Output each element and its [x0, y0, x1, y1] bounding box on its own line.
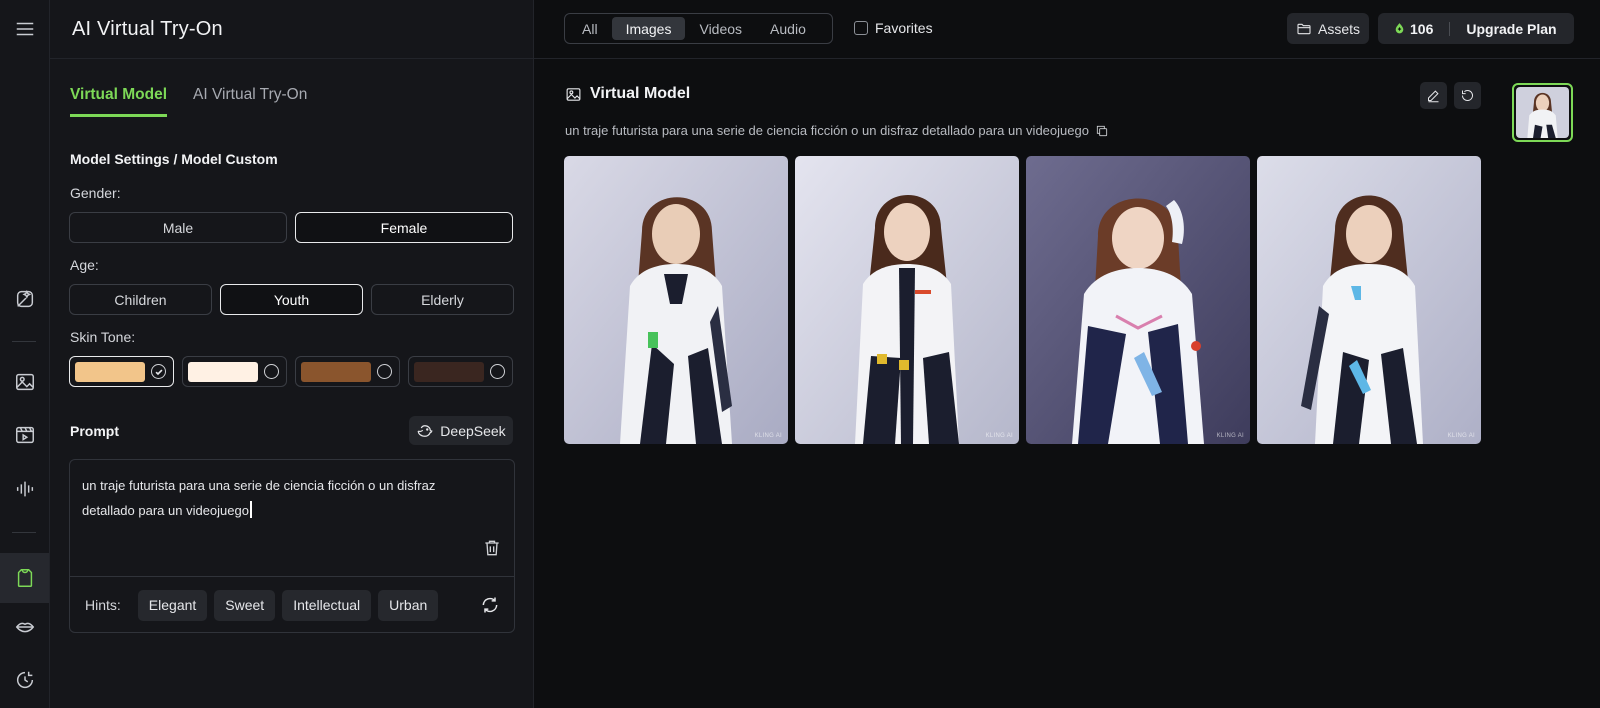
radio-circle-icon — [490, 364, 505, 379]
result-description: un traje futurista para una serie de cie… — [565, 123, 1109, 138]
copy-icon[interactable] — [1095, 124, 1109, 138]
credits-button[interactable]: 106 — [1393, 21, 1433, 37]
watermark: KLING AI — [1447, 433, 1475, 439]
credits-drop-icon — [1395, 23, 1404, 34]
skin-tone-option-light[interactable] — [69, 356, 174, 387]
trash-icon[interactable] — [482, 538, 502, 558]
favorites-checkbox[interactable] — [854, 21, 868, 35]
image-gallery: KLING AI KLING AI KLING AI KLING AI — [564, 156, 1481, 444]
check-circle-icon — [151, 364, 166, 379]
hint-chip-sweet[interactable]: Sweet — [214, 589, 276, 621]
lip-sync-icon[interactable] — [0, 607, 49, 647]
image-icon — [566, 87, 581, 101]
age-label: Age: — [70, 257, 99, 273]
virtual-try-on-icon[interactable] — [0, 553, 49, 603]
upgrade-plan-button[interactable]: Upgrade Plan — [1466, 21, 1556, 37]
gender-male-button[interactable]: Male — [69, 212, 287, 243]
video-icon[interactable] — [0, 415, 49, 455]
gender-female-button[interactable]: Female — [295, 212, 513, 243]
panel-header: AI Virtual Try-On — [50, 0, 533, 59]
watermark: KLING AI — [1216, 433, 1244, 439]
age-youth-button[interactable]: Youth — [220, 284, 363, 315]
filter-images[interactable]: Images — [611, 17, 686, 40]
plan-divider — [1449, 21, 1451, 36]
result-prompt-text: un traje futurista para una serie de cie… — [565, 123, 1089, 138]
mode-tabs: Virtual Model AI Virtual Try-On — [70, 86, 307, 117]
icon-rail — [0, 0, 50, 708]
skin-tone-label: Skin Tone: — [70, 329, 136, 345]
hints-label: Hints: — [85, 597, 121, 613]
prompt-text[interactable]: un traje futurista para una serie de cie… — [82, 473, 482, 523]
generated-image[interactable]: KLING AI — [1026, 156, 1250, 444]
gender-label: Gender: — [70, 185, 121, 201]
hint-chip-elegant[interactable]: Elegant — [137, 589, 208, 621]
regenerate-icon[interactable] — [1454, 82, 1481, 109]
skin-tone-options — [69, 356, 513, 387]
radio-circle-icon — [377, 364, 392, 379]
watermark: KLING AI — [985, 433, 1013, 439]
skin-tone-option-brown[interactable] — [295, 356, 400, 387]
favorites-label: Favorites — [875, 20, 933, 36]
skin-tone-option-dark[interactable] — [408, 356, 513, 387]
model-settings-title: Model Settings / Model Custom — [70, 151, 278, 167]
prompt-label: Prompt — [70, 423, 119, 439]
history-thumbnail[interactable] — [1512, 83, 1573, 142]
result-title: Virtual Model — [590, 85, 691, 102]
top-bar: All Images Videos Audio Favorites Assets… — [534, 0, 1600, 59]
generated-image[interactable]: KLING AI — [795, 156, 1019, 444]
rail-divider — [12, 532, 36, 533]
deepseek-button[interactable]: DeepSeek — [409, 416, 513, 445]
skin-swatch — [414, 361, 484, 382]
filter-audio[interactable]: Audio — [756, 17, 820, 40]
favorites-toggle[interactable]: Favorites — [854, 20, 933, 36]
skin-swatch — [301, 361, 371, 382]
skin-swatch — [75, 361, 145, 382]
plan-box: 106 Upgrade Plan — [1378, 13, 1574, 44]
watermark: KLING AI — [754, 433, 782, 439]
hint-chip-urban[interactable]: Urban — [378, 589, 439, 621]
hint-chip-intellectual[interactable]: Intellectual — [282, 589, 372, 621]
settings-panel: AI Virtual Try-On Virtual Model AI Virtu… — [50, 0, 534, 708]
refresh-icon[interactable] — [480, 595, 500, 615]
tab-ai-virtual-try-on[interactable]: AI Virtual Try-On — [193, 86, 307, 117]
edit-icon[interactable] — [1420, 82, 1447, 109]
gender-options: Male Female — [69, 212, 513, 243]
skin-tone-option-fair[interactable] — [182, 356, 287, 387]
assets-button[interactable]: Assets — [1287, 13, 1369, 44]
generated-image[interactable]: KLING AI — [564, 156, 788, 444]
whale-icon — [417, 424, 433, 437]
folder-icon — [1297, 23, 1311, 34]
radio-circle-icon — [264, 364, 279, 379]
generated-image[interactable]: KLING AI — [1257, 156, 1481, 444]
filter-videos[interactable]: Videos — [685, 17, 756, 40]
deepseek-label: DeepSeek — [440, 422, 506, 439]
skin-swatch — [188, 361, 258, 382]
media-filter: All Images Videos Audio — [564, 13, 833, 44]
assets-label: Assets — [1317, 20, 1360, 37]
age-options: Children Youth Elderly — [69, 284, 514, 315]
credits-count: 106 — [1410, 20, 1434, 37]
tab-virtual-model[interactable]: Virtual Model — [70, 86, 168, 117]
hints-bar: Hints: Elegant Sweet Intellectual Urban — [70, 576, 514, 633]
age-children-button[interactable]: Children — [69, 284, 212, 315]
image-icon[interactable] — [0, 362, 49, 402]
filter-all[interactable]: All — [568, 17, 612, 40]
app-title: AI Virtual Try-On — [72, 17, 223, 40]
age-elderly-button[interactable]: Elderly — [371, 284, 514, 315]
magic-brush-icon[interactable] — [0, 279, 49, 319]
result-header: Virtual Model — [565, 85, 690, 103]
text-caret — [249, 501, 252, 518]
history-icon[interactable] — [0, 660, 49, 700]
menu-icon[interactable] — [0, 9, 49, 49]
prompt-input[interactable]: un traje futurista para una serie de cie… — [69, 459, 515, 633]
rail-divider — [12, 341, 36, 342]
audio-wave-icon[interactable] — [0, 469, 49, 509]
